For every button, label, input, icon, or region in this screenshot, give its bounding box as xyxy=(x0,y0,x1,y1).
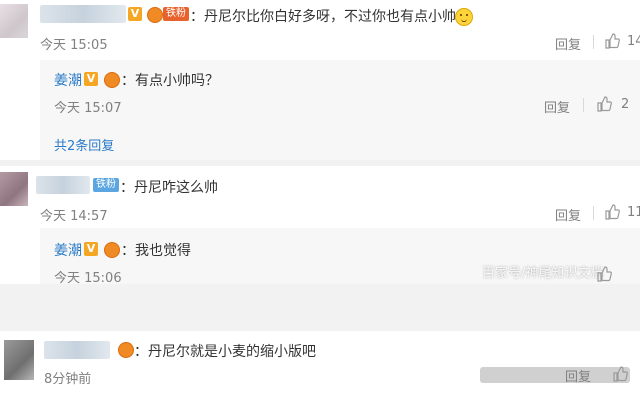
username-blurred[interactable] xyxy=(40,5,126,23)
reply-button[interactable]: 回复 xyxy=(555,34,581,53)
avatar[interactable] xyxy=(0,172,28,206)
thumbs-up-icon[interactable] xyxy=(596,266,612,282)
comment-time: 今天 14:57 xyxy=(40,209,108,224)
smile-emoji-icon xyxy=(455,8,473,26)
fan-badge: 铁粉 xyxy=(163,7,189,21)
reply-button[interactable]: 回复 xyxy=(565,366,591,385)
thumbs-up-icon[interactable] xyxy=(612,366,628,382)
fan-badge: 铁粉 xyxy=(93,178,119,192)
medal-icon xyxy=(104,242,120,258)
comment-content: 丹尼咋这么帅 xyxy=(134,180,218,196)
comment-content: 丹尼尔比你白好多呀，不过你也有点小帅 xyxy=(204,9,456,25)
more-replies-link[interactable]: 共2条回复 xyxy=(54,135,114,154)
reply-text: ：有点小帅吗？ xyxy=(121,73,219,89)
thumbs-up-icon[interactable] xyxy=(596,96,612,112)
comment-text: ：丹尼咋这么帅 xyxy=(120,180,218,196)
v-badge-icon: V xyxy=(84,72,98,86)
reply-author[interactable]: 姜潮 xyxy=(54,70,82,90)
thumbs-up-icon[interactable] xyxy=(604,204,620,220)
comment-content: 丹尼尔就是小麦的缩小版吧 xyxy=(148,344,316,360)
reply-content: 有点小帅吗？ xyxy=(135,73,219,89)
reply-author[interactable]: 姜潮 xyxy=(54,240,82,260)
medal-icon xyxy=(118,342,134,358)
comment-text: ：丹尼尔就是小麦的缩小版吧 xyxy=(134,344,316,360)
divider xyxy=(593,35,594,49)
thumbs-up-icon[interactable] xyxy=(604,33,620,49)
like-count: 14 xyxy=(627,34,640,49)
medal-icon xyxy=(104,72,120,88)
divider xyxy=(593,206,594,220)
reply-button[interactable]: 回复 xyxy=(555,205,581,224)
comment-text: ：丹尼尔比你白好多呀，不过你也有点小帅 xyxy=(190,9,456,25)
like-count: 2 xyxy=(621,97,630,112)
blur-overlay xyxy=(480,367,630,383)
medal-icon xyxy=(147,7,163,23)
comment-time: 今天 15:05 xyxy=(40,38,108,53)
avatar[interactable] xyxy=(0,4,28,38)
divider xyxy=(583,98,584,112)
watermark: 百家号/神尾知识文档 xyxy=(482,266,604,281)
reply-text: ：我也觉得 xyxy=(121,243,191,259)
v-badge-icon: V xyxy=(84,242,98,256)
username-blurred[interactable] xyxy=(44,341,110,359)
v-badge-icon: V xyxy=(128,7,142,21)
like-count: 11 xyxy=(627,205,640,220)
reply-time: 今天 15:06 xyxy=(54,271,122,286)
username-blurred[interactable] xyxy=(36,176,90,194)
avatar[interactable] xyxy=(4,340,34,380)
reply-content: 我也觉得 xyxy=(135,243,191,259)
reply-time: 今天 15:07 xyxy=(54,101,122,116)
reply-button[interactable]: 回复 xyxy=(544,97,570,116)
separator-band xyxy=(0,284,640,331)
comment-time: 8分钟前 xyxy=(44,372,92,387)
